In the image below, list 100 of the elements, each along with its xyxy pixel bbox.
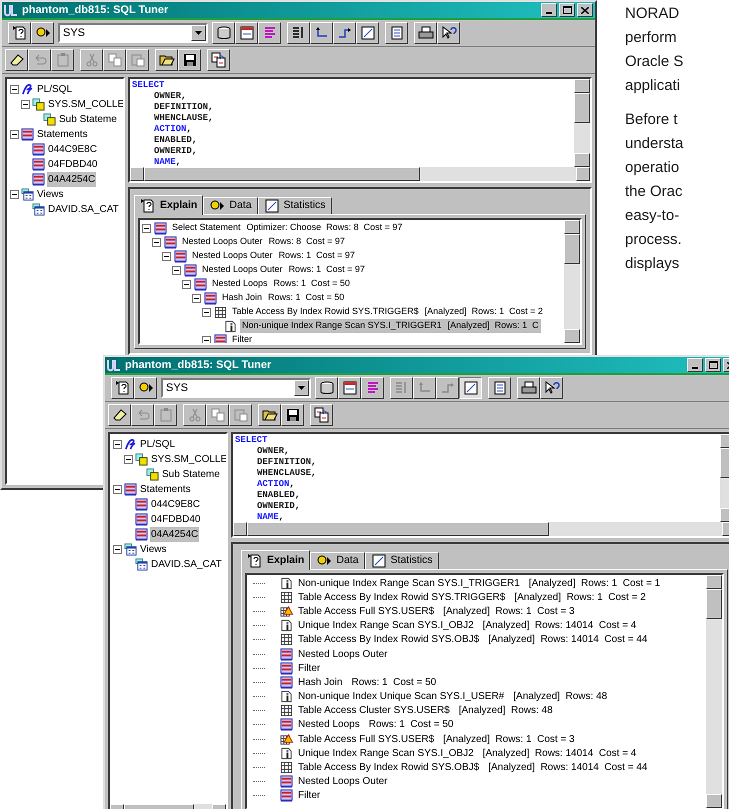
collapse-icon[interactable] bbox=[113, 545, 122, 554]
cube-icon bbox=[146, 468, 159, 481]
plan-row[interactable]: Table Access By Index Rowid SYS.TRIGGER$ [Analyzed] Rows: 1 Cost = 2 bbox=[296, 590, 648, 605]
plan-row[interactable]: Table Access Cluster SYS.USER$ [Analyzed] Rows: 48 bbox=[296, 703, 555, 718]
tab[interactable]: Statistics bbox=[364, 552, 439, 569]
plan-row[interactable]: Nested Loops Outer Rows: 1 Cost = 97 bbox=[200, 263, 367, 277]
collapse-icon[interactable] bbox=[182, 280, 191, 288]
operation-details: [Analyzed] Rows: 48 bbox=[513, 690, 608, 704]
sql-editor[interactable]: SELECT OWNER, DEFINITION, WHENCLAUSE, ACTION, ENABLED, OWNERID, NAME, bbox=[128, 77, 592, 183]
tree-item[interactable]: 044C9E8C bbox=[47, 142, 98, 157]
step-out-icon bbox=[336, 25, 352, 41]
article-text-line: NORAD bbox=[625, 4, 680, 24]
plan-row[interactable]: Table Access Full SYS.USER$ [Analyzed] Rows: 1 Cost = 3 bbox=[296, 732, 577, 747]
plan-row[interactable]: Non-unique Index Unique Scan SYS.I_USER# [Analyzed] Rows: 48 bbox=[296, 689, 610, 704]
collapse-icon[interactable] bbox=[10, 85, 19, 94]
horizontal-scrollbar[interactable] bbox=[233, 522, 729, 536]
vertical-scrollbar[interactable] bbox=[564, 220, 580, 343]
sql-code-line: ACTION, bbox=[154, 124, 192, 134]
collapse-icon[interactable] bbox=[192, 294, 201, 302]
tree-item[interactable]: 04A4254C bbox=[150, 527, 200, 542]
collapse-icon[interactable] bbox=[162, 252, 171, 260]
plan-row[interactable]: Non-unique Index Range Scan SYS.I_TRIGGER1 [Analyzed] Rows: 1 C bbox=[240, 319, 541, 333]
tree-item[interactable]: PL/SQL bbox=[36, 82, 74, 97]
tree-item[interactable]: Sub Stateme bbox=[58, 112, 118, 127]
plan-row[interactable]: Table Access By Index Rowid SYS.TRIGGER$ [Analyzed] Rows: 1 Cost = 2 bbox=[230, 305, 545, 319]
schema-value: SYS bbox=[165, 380, 190, 396]
toolbar-button[interactable] bbox=[459, 377, 482, 399]
tab[interactable]: Data bbox=[310, 552, 365, 569]
tree-item[interactable]: PL/SQL bbox=[139, 437, 176, 452]
sql-code-line: ACTION, bbox=[257, 479, 295, 489]
collapse-icon[interactable] bbox=[172, 266, 181, 274]
article-text-line: process. bbox=[625, 230, 683, 250]
schema-dropdown[interactable]: SYS bbox=[58, 23, 208, 43]
collapse-icon[interactable] bbox=[142, 224, 151, 232]
operation-details: [Analyzed] Rows: 1 C bbox=[448, 319, 539, 332]
plan-row[interactable]: Nested Loops Outer Rows: 1 Cost = 97 bbox=[190, 249, 357, 263]
minimize-button[interactable] bbox=[687, 358, 703, 372]
plan-row[interactable]: Hash Join Rows: 1 Cost = 50 bbox=[220, 291, 346, 305]
plan-row[interactable]: Table Access By Index Rowid SYS.OBJ$ [Analyzed] Rows: 14014 Cost = 44 bbox=[296, 632, 650, 648]
eraser-icon bbox=[8, 52, 24, 68]
sql-code-line: OWNERID, bbox=[154, 146, 198, 156]
maximize-button[interactable] bbox=[705, 358, 721, 372]
minimize-button[interactable] bbox=[541, 3, 557, 17]
plan-row[interactable]: Unique Index Range Scan SYS.I_OBJ2 [Analyzed] Rows: 14014 Cost = 4 bbox=[296, 746, 638, 761]
operation-text: Unique Index Range Scan SYS.I_OBJ2 bbox=[298, 619, 474, 634]
window-title: phantom_db815: SQL Tuner bbox=[125, 358, 272, 373]
collapse-icon[interactable] bbox=[152, 238, 161, 246]
collapse-icon[interactable] bbox=[21, 100, 30, 109]
tree-item[interactable]: Sub Stateme bbox=[161, 467, 221, 482]
cube-icon bbox=[32, 98, 45, 111]
tree-item[interactable]: Views bbox=[36, 187, 64, 202]
plan-row[interactable]: Select Statement Optimizer: Choose Rows: 8 Cost = 97 bbox=[170, 221, 404, 235]
plan-row[interactable]: Nested Loops Rows: 1 Cost = 50 bbox=[296, 717, 456, 732]
close-button[interactable] bbox=[577, 3, 593, 17]
clipboard-icon bbox=[158, 407, 174, 423]
tree-item[interactable]: DAVID.SA_CAT bbox=[150, 557, 223, 572]
tab[interactable]: Explain bbox=[241, 550, 310, 570]
collapse-icon[interactable] bbox=[113, 485, 122, 494]
collapse-icon[interactable] bbox=[202, 308, 211, 316]
operation-details: Rows: 1 Cost = 97 bbox=[288, 263, 365, 276]
grid-window-icon bbox=[135, 558, 148, 571]
plan-row[interactable]: Nested Loops Rows: 1 Cost = 50 bbox=[210, 277, 352, 291]
script-icon bbox=[174, 250, 187, 262]
tree-item[interactable]: Statements bbox=[36, 127, 89, 142]
tree-item[interactable]: DAVID.SA_CAT bbox=[47, 202, 120, 217]
collapse-icon[interactable] bbox=[113, 440, 122, 449]
collapse-icon[interactable] bbox=[124, 455, 133, 464]
operation-text: Table Access Full SYS.USER$ bbox=[298, 732, 434, 747]
operation-text: Nested Loops bbox=[212, 277, 268, 290]
close-icon bbox=[581, 6, 589, 14]
tree-item[interactable]: 04FDBD40 bbox=[150, 512, 202, 527]
article-text-line: the Orac bbox=[625, 182, 684, 202]
sql-editor[interactable]: SELECT OWNER, DEFINITION, WHENCLAUSE, ACTION, ENABLED, OWNERID, NAME, bbox=[231, 432, 729, 538]
plan-row[interactable]: Non-unique Index Range Scan SYS.I_TRIGGER1 [Analyzed] Rows: 1 Cost = 1 bbox=[296, 576, 662, 591]
horizontal-scrollbar[interactable] bbox=[130, 167, 590, 181]
collapse-icon[interactable] bbox=[10, 190, 19, 199]
collapse-icon[interactable] bbox=[202, 336, 211, 343]
operation-text: Nested Loops bbox=[298, 718, 360, 732]
step-out-icon bbox=[440, 380, 456, 396]
vertical-scrollbar[interactable] bbox=[706, 575, 722, 808]
tab[interactable]: Explain bbox=[134, 195, 204, 215]
tree-item[interactable]: 04A4254C bbox=[47, 172, 96, 187]
plan-row[interactable]: Unique Index Range Scan SYS.I_OBJ2 [Analyzed] Rows: 14014 Cost = 4 bbox=[296, 618, 638, 634]
tab[interactable]: Statistics bbox=[258, 197, 332, 214]
tree-item[interactable]: Statements bbox=[139, 482, 192, 497]
plan-row[interactable]: Table Access By Index Rowid SYS.OBJ$ [Analyzed] Rows: 14014 Cost = 44 bbox=[296, 760, 650, 776]
tree-item[interactable]: 044C9E8C bbox=[150, 497, 201, 512]
collapse-icon[interactable] bbox=[10, 130, 19, 139]
info-page-icon bbox=[280, 690, 293, 704]
maximize-button[interactable] bbox=[559, 3, 575, 17]
tree-item[interactable]: 04FDBD40 bbox=[47, 157, 98, 172]
plan-row[interactable]: Table Access Full SYS.USER$ [Analyzed] Rows: 1 Cost = 3 bbox=[296, 604, 577, 619]
plan-row[interactable]: Nested Loops Outer Rows: 8 Cost = 97 bbox=[180, 235, 347, 249]
plan-row[interactable]: Hash Join Rows: 1 Cost = 50 bbox=[296, 674, 438, 690]
operation-details: [Analyzed] Rows: 1 Cost = 2 bbox=[514, 590, 646, 605]
grid-window-icon bbox=[32, 203, 45, 216]
tab[interactable]: Data bbox=[203, 197, 258, 214]
vertical-scrollbar[interactable] bbox=[574, 79, 590, 167]
tree-item[interactable]: Views bbox=[139, 542, 168, 557]
schema-dropdown[interactable]: SYS bbox=[161, 378, 311, 398]
